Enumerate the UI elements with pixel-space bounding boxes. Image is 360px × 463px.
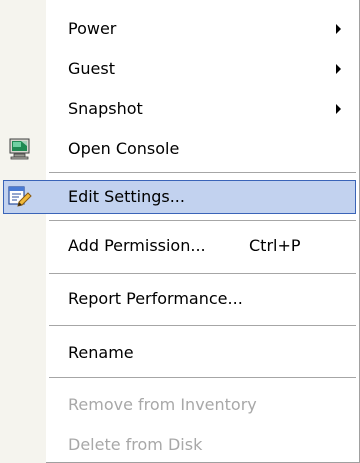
menu-item-label: Rename xyxy=(68,343,134,362)
menu-separator xyxy=(49,273,356,274)
menu-item-label: Snapshot xyxy=(68,99,143,118)
menu-item-open-console[interactable]: Open Console xyxy=(3,132,356,166)
menu-separator xyxy=(49,220,356,221)
menu-item-label: Guest xyxy=(68,59,115,78)
menu-item-power[interactable]: Power xyxy=(3,12,356,46)
menu-item-snapshot[interactable]: Snapshot xyxy=(3,92,356,126)
menu-item-shortcut: Ctrl+P xyxy=(249,236,301,255)
menu-item-rename[interactable]: Rename xyxy=(3,336,356,370)
menu-item-label: Delete from Disk xyxy=(68,435,203,454)
submenu-arrow-icon xyxy=(336,24,341,34)
context-menu: Power Guest Snapshot Open Console Edit S… xyxy=(0,0,360,463)
submenu-arrow-icon xyxy=(336,104,341,114)
menu-separator xyxy=(49,325,356,326)
menu-item-remove-from-inventory: Remove from Inventory xyxy=(3,388,356,422)
menu-item-delete-from-disk: Delete from Disk xyxy=(3,428,356,462)
menu-item-label: Add Permission... xyxy=(68,236,206,255)
edit-settings-icon xyxy=(8,186,32,207)
menu-item-label: Open Console xyxy=(68,139,180,158)
menu-item-label: Power xyxy=(68,19,117,38)
submenu-arrow-icon xyxy=(336,64,341,74)
menu-separator xyxy=(49,377,356,378)
menu-item-edit-settings[interactable]: Edit Settings... xyxy=(3,180,356,214)
menu-item-label: Report Performance... xyxy=(68,289,243,308)
menu-item-label: Edit Settings... xyxy=(68,187,185,206)
menu-separator xyxy=(49,172,356,173)
menu-item-add-permission[interactable]: Add Permission... Ctrl+P xyxy=(3,229,356,263)
menu-item-label: Remove from Inventory xyxy=(68,395,257,414)
menu-item-guest[interactable]: Guest xyxy=(3,52,356,86)
console-icon xyxy=(9,138,30,160)
menu-item-report-performance[interactable]: Report Performance... xyxy=(3,282,356,316)
